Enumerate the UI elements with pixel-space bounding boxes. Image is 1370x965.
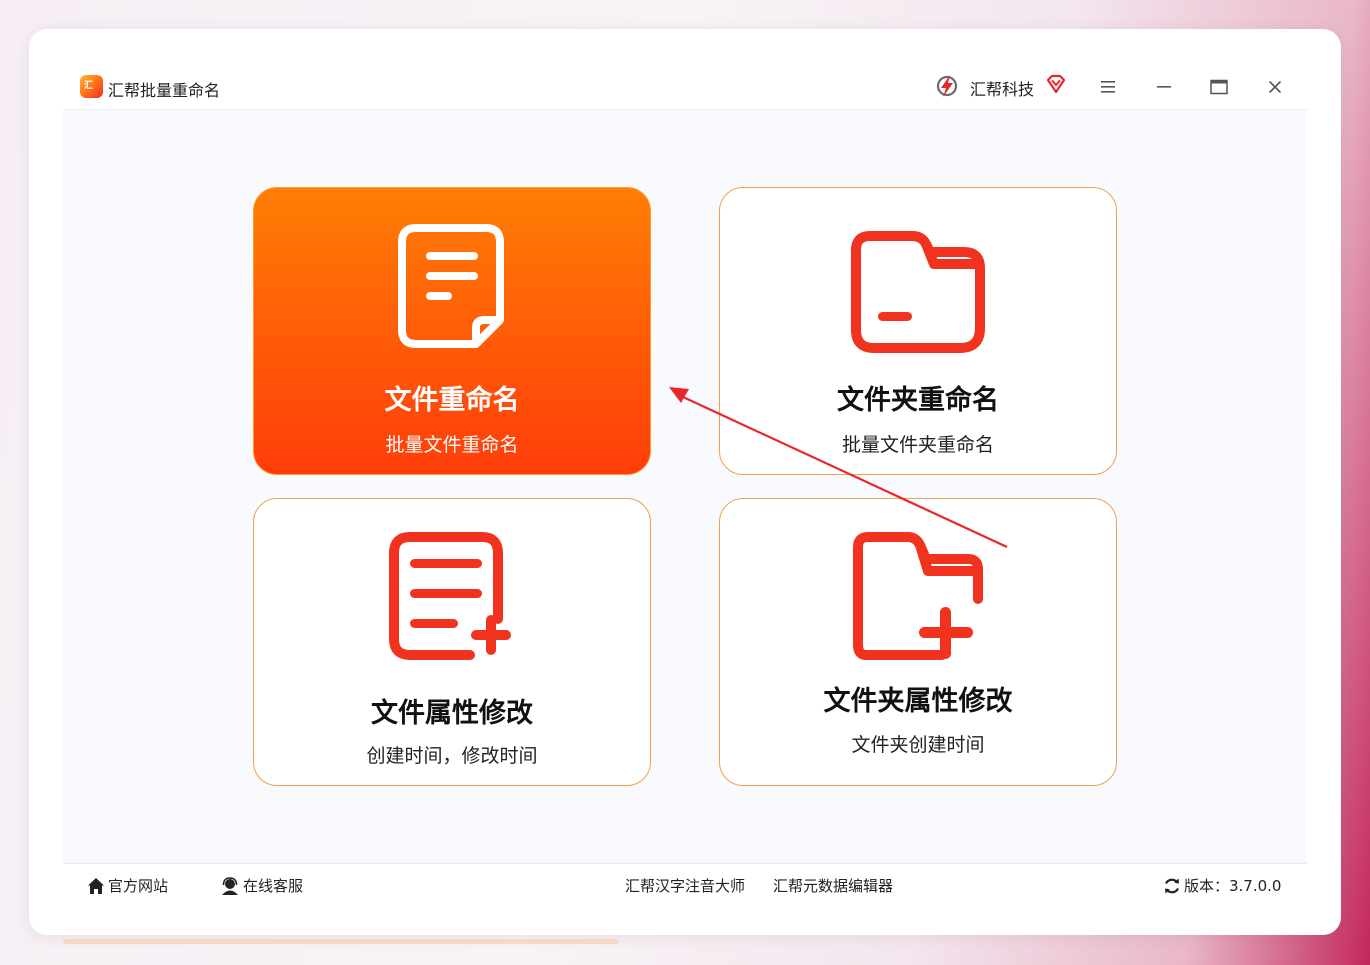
card-subtitle: 创建时间，修改时间	[366, 745, 538, 767]
document-icon	[398, 224, 504, 348]
file-rename-card[interactable]: 文件重命名 批量文件重命名	[253, 187, 651, 475]
annotation-arrow	[669, 387, 1008, 548]
online-support-link[interactable]: 在线客服	[220, 875, 303, 896]
pinyin-tool-link[interactable]: 汇帮汉字注音大师	[625, 875, 745, 896]
app-title: 汇帮批量重命名	[108, 81, 221, 100]
brand-name: 汇帮科技	[970, 80, 1035, 99]
folder-icon	[851, 231, 985, 353]
maximize-icon	[1210, 79, 1228, 95]
minimize-button[interactable]	[1150, 73, 1178, 101]
close-icon	[1269, 81, 1281, 93]
app-logo-text: 汇	[84, 81, 94, 91]
home-icon	[88, 877, 104, 894]
card-subtitle: 批量文件夹重命名	[841, 434, 994, 456]
support-icon	[222, 876, 238, 895]
folder-attribute-card[interactable]: 文件夹属性修改 文件夹创建时间	[719, 498, 1117, 786]
status-bar: 官方网站 在线客服 汇帮汉字注音大师 汇帮元数据编辑器 版本：3.7.0.0	[63, 863, 1307, 905]
card-title: 文件属性修改	[371, 698, 533, 729]
vip-diamond-icon[interactable]	[1045, 73, 1067, 95]
maximize-button[interactable]	[1205, 73, 1233, 101]
version-info[interactable]: 版本：3.7.0.0	[1163, 875, 1281, 896]
official-website-label: 官方网站	[108, 877, 169, 895]
folder-add-icon	[853, 532, 983, 660]
menu-icon	[1101, 81, 1115, 93]
refresh-icon	[1165, 878, 1179, 893]
card-title: 文件重命名	[384, 385, 520, 416]
folder-rename-card[interactable]: 文件夹重命名 批量文件夹重命名	[719, 187, 1117, 475]
brand-logo-icon	[936, 75, 958, 97]
menu-button[interactable]	[1094, 73, 1122, 101]
card-subtitle: 批量文件重命名	[385, 434, 519, 456]
card-subtitle: 文件夹创建时间	[851, 734, 985, 756]
title-bar: 汇 汇帮批量重命名 汇帮科技	[63, 63, 1307, 110]
metadata-tool-link[interactable]: 汇帮元数据编辑器	[773, 875, 893, 896]
app-window: 汇 汇帮批量重命名 汇帮科技 文件重命名 批量文件重命名 文件夹重命名 批量文件…	[63, 63, 1307, 905]
card-title: 文件夹属性修改	[823, 686, 1013, 717]
file-attribute-card[interactable]: 文件属性修改 创建时间，修改时间	[253, 498, 651, 786]
version-label: 版本：3.7.0.0	[1184, 877, 1282, 895]
official-website-link[interactable]: 官方网站	[87, 875, 168, 896]
online-support-label: 在线客服	[243, 877, 304, 895]
app-logo-icon: 汇	[80, 75, 103, 98]
document-add-icon	[389, 532, 511, 660]
close-button[interactable]	[1261, 73, 1289, 101]
card-title: 文件夹重命名	[837, 385, 999, 416]
bottom-progress-track	[63, 939, 619, 944]
minimize-icon	[1157, 86, 1171, 88]
